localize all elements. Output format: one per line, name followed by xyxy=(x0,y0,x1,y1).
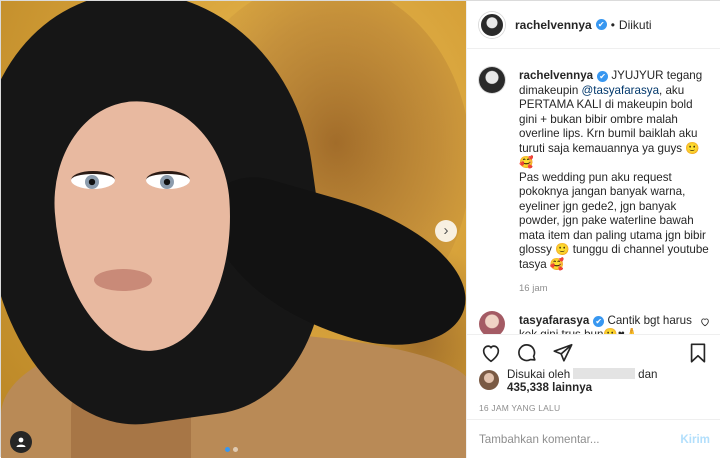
likes-suffix: dan xyxy=(638,368,658,381)
action-bar xyxy=(467,334,720,370)
caption: rachelvennya ✔ JYUJYUR tegang dimakeupin … xyxy=(479,59,710,297)
caption-text: rachelvennya ✔ JYUJYUR tegang dimakeupin … xyxy=(519,69,712,271)
comment-body: tasyafarasya✔ Cantik bgt harus kek gini … xyxy=(519,311,697,335)
share-icon[interactable] xyxy=(551,341,575,365)
caption-timestamp: 16 jam xyxy=(519,283,548,294)
verified-badge-icon: ✔ xyxy=(595,19,607,30)
heart-icon[interactable] xyxy=(479,341,503,365)
instagram-post: › rachelvennya ✔ • Diikuti rachelvennya xyxy=(0,0,720,458)
likes-text: Disukai oleh dan 435,338 lainnya xyxy=(507,368,658,394)
likes-count[interactable]: 435,338 xyxy=(507,381,549,394)
comment-icon[interactable] xyxy=(515,341,539,365)
post-timestamp[interactable]: 16 JAM YANG LALU xyxy=(479,403,560,413)
left-eye xyxy=(71,171,115,189)
comment-avatar[interactable] xyxy=(479,310,505,334)
post-side-panel: rachelvennya ✔ • Diikuti rachelvennya ✔ J… xyxy=(466,1,720,458)
caption-avatar[interactable] xyxy=(479,67,505,93)
verified-badge-icon: ✔ xyxy=(593,315,605,327)
post-comment-button[interactable]: Kirim xyxy=(680,433,710,446)
following-button[interactable]: Diikuti xyxy=(619,18,652,32)
liker-avatar[interactable] xyxy=(479,370,499,390)
bookmark-icon[interactable] xyxy=(686,341,710,365)
header-username[interactable]: rachelvennya xyxy=(515,18,592,32)
right-eye xyxy=(146,171,190,189)
carousel-dot-active xyxy=(225,447,230,452)
caption-body: rachelvennya ✔ JYUJYUR tegang dimakeupin … xyxy=(519,59,710,297)
header-separator: • xyxy=(610,17,615,32)
comments-section: rachelvennya ✔ JYUJYUR tegang dimakeupin … xyxy=(467,59,720,334)
caption-text-rest: , aku PERTAMA KALI di makeupin bold gini… xyxy=(519,83,709,271)
next-image-button[interactable]: › xyxy=(435,220,457,242)
lips xyxy=(94,269,152,291)
carousel-dot xyxy=(233,447,238,452)
caption-mention-link[interactable]: @tasyafarasya xyxy=(582,84,660,97)
carousel-indicator xyxy=(225,447,238,452)
comment-username[interactable]: tasyafarasya xyxy=(519,314,589,327)
caption-username[interactable]: rachelvennya xyxy=(519,69,593,82)
post-photo[interactable]: › xyxy=(1,1,466,458)
likes-prefix: Disukai oleh xyxy=(507,368,571,381)
liker-name-redacted xyxy=(573,368,636,379)
add-comment-bar: Kirim xyxy=(467,419,720,458)
post-header: rachelvennya ✔ • Diikuti xyxy=(467,1,720,49)
verified-badge-icon: ✔ xyxy=(597,71,609,82)
avatar[interactable] xyxy=(479,11,505,38)
comment-like-heart-icon[interactable] xyxy=(700,317,710,330)
comment-item: tasyafarasya✔ Cantik bgt harus kek gini … xyxy=(479,310,710,335)
likes-count-suffix[interactable]: lainnya xyxy=(549,381,592,394)
person-tag-icon[interactable] xyxy=(10,431,32,453)
comment-input[interactable] xyxy=(479,432,673,446)
likes-summary: Disukai oleh dan 435,338 lainnya xyxy=(479,368,658,394)
